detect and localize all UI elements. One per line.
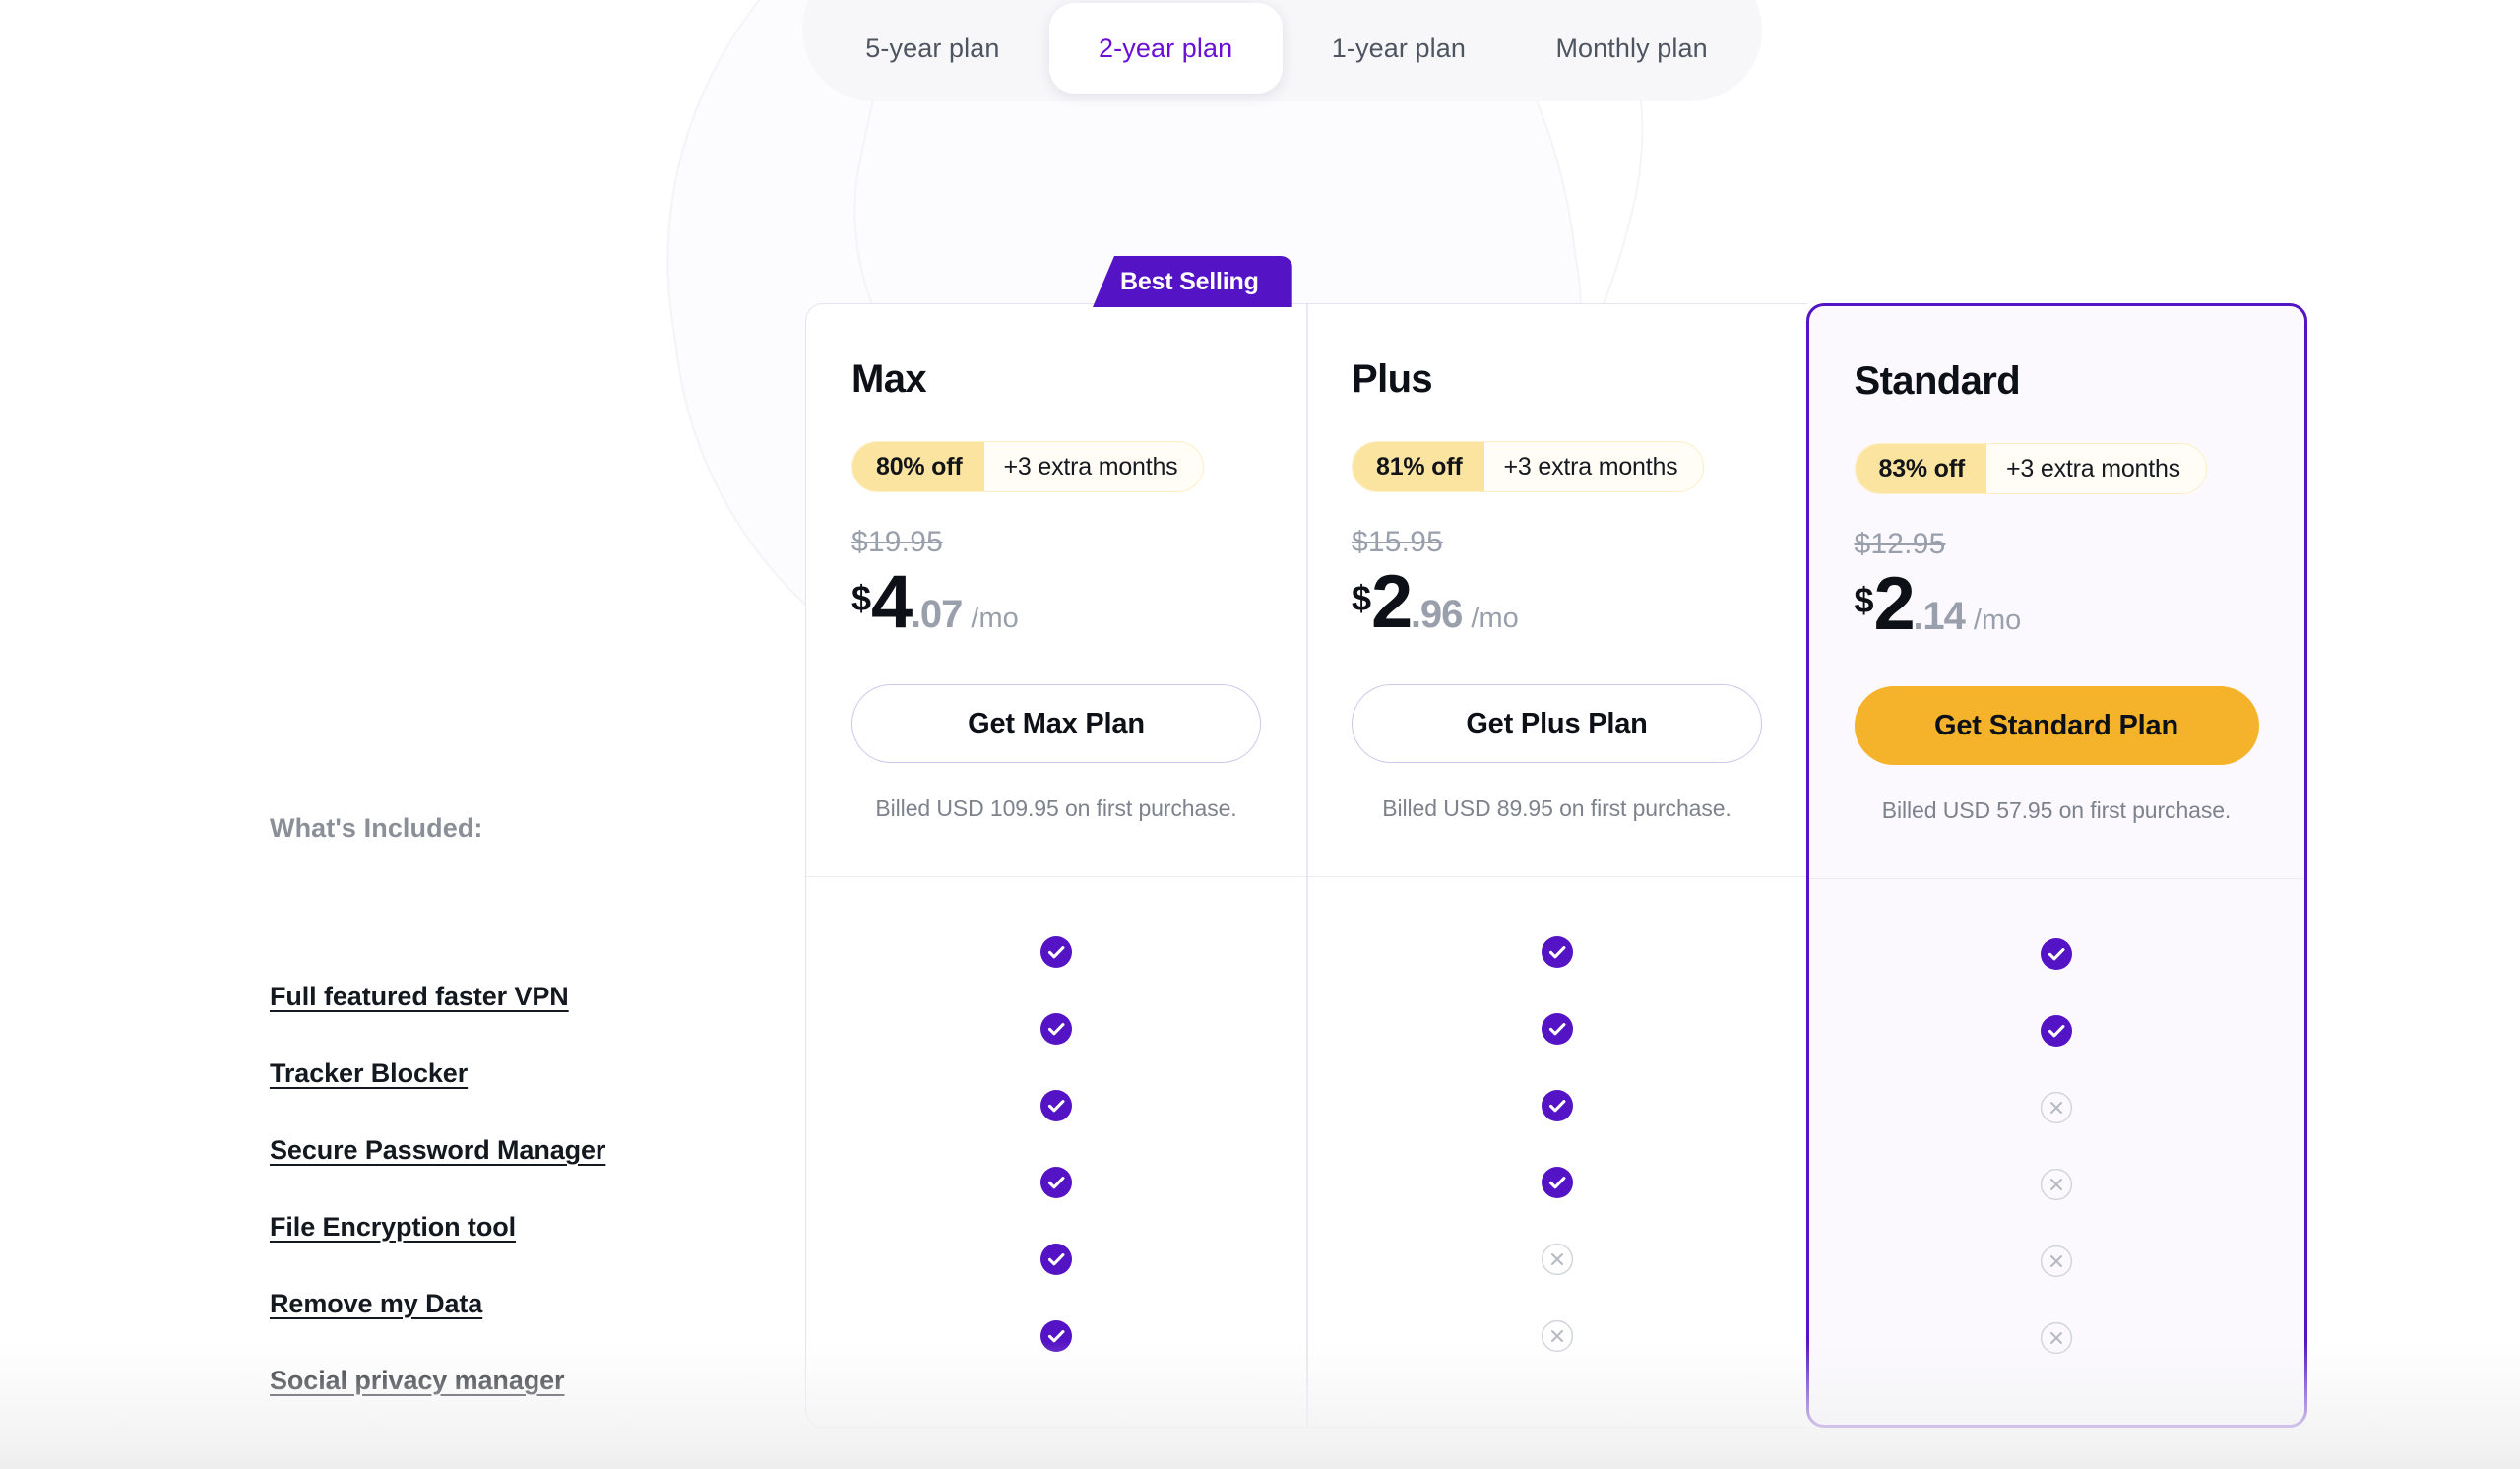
price-whole-part: 2 — [1371, 567, 1411, 638]
cross-circle-outline-icon — [2040, 1168, 2073, 1201]
price-cents-part: .96 — [1411, 593, 1463, 637]
check-circle-filled-icon — [1541, 1166, 1574, 1199]
check-circle-filled-icon — [2040, 937, 2073, 971]
feature-availability-cell — [806, 1144, 1306, 1221]
price-currency-symbol: $ — [851, 581, 871, 616]
pricing-plans-grid: Max80% off+3 extra months$19.95$4.07/moG… — [805, 303, 2308, 1428]
get-plan-button[interactable]: Get Plus Plan — [1352, 684, 1762, 763]
plan-name: Max — [851, 359, 1261, 399]
check-circle-filled-icon — [1040, 1089, 1073, 1122]
plan-card-max: Max 80% off+3 extra months $19.95 $4.07/mo G… — [805, 303, 1306, 1428]
cross-circle-outline-icon — [2040, 1245, 2073, 1278]
feature-list-item: File Encryption tool — [270, 1188, 762, 1265]
discount-extra-months: +3 extra months — [984, 442, 1204, 491]
plan-card-header: Standard 83% off+3 extra months $12.95 $2.1… — [1809, 306, 2304, 879]
feature-availability-cell — [1306, 1067, 1807, 1144]
feature-list-item: Full featured faster VPN — [270, 958, 762, 1035]
feature-availability-cell — [806, 1067, 1306, 1144]
discount-badge: 81% off+3 extra months — [1352, 441, 1704, 492]
feature-availability-cell — [1809, 1146, 2304, 1223]
check-circle-filled-icon — [1541, 935, 1574, 969]
plan-name: Plus — [1352, 359, 1762, 399]
feature-availability-cell — [806, 914, 1306, 990]
feature-availability-cell — [1306, 1144, 1807, 1221]
feature-availability-cell — [1306, 914, 1807, 990]
check-circle-filled-icon — [1541, 1012, 1574, 1046]
feature-list-item: Remove my Data — [270, 1265, 762, 1342]
current-price: $2.14/mo — [1855, 569, 2259, 640]
check-circle-filled-icon — [1040, 935, 1073, 969]
price-whole-part: 4 — [871, 567, 911, 638]
check-circle-filled-icon — [1040, 1166, 1073, 1199]
plan-name: Standard — [1855, 361, 2259, 401]
price-period: /mo — [1974, 605, 2021, 637]
page-bottom-fade — [0, 1341, 2520, 1469]
current-price: $2.96/mo — [1352, 567, 1762, 638]
cross-circle-outline-icon — [2040, 1091, 2073, 1124]
plan-card-header: Max 80% off+3 extra months $19.95 $4.07/mo G… — [806, 304, 1306, 877]
feature-list-item: Secure Password Manager — [270, 1112, 762, 1188]
feature-link[interactable]: Secure Password Manager — [270, 1135, 605, 1166]
get-plan-button[interactable]: Get Max Plan — [851, 684, 1261, 763]
whats-included-heading: What's Included: — [270, 813, 762, 844]
check-circle-filled-icon — [1040, 1012, 1073, 1046]
feature-availability-cell — [806, 1221, 1306, 1298]
feature-availability-cell — [1306, 990, 1807, 1067]
price-cents-part: .07 — [911, 593, 963, 637]
discount-percent: 80% off — [852, 442, 984, 491]
price-cents-part: .14 — [1913, 595, 1965, 639]
feature-availability-cell — [1809, 916, 2304, 992]
plan-card-header: Plus 81% off+3 extra months $15.95 $2.96/mo… — [1306, 304, 1807, 877]
best-selling-badge: Best Selling — [1093, 256, 1292, 307]
price-period: /mo — [1471, 603, 1518, 635]
tab-1-year-plan[interactable]: 1-year plan — [1283, 3, 1516, 94]
feature-availability-cell — [1809, 992, 2304, 1069]
discount-percent: 81% off — [1353, 442, 1484, 491]
feature-availability-cell — [1809, 1069, 2304, 1146]
feature-availability-cell — [806, 990, 1306, 1067]
plan-card-plus: Plus 81% off+3 extra months $15.95 $2.96/mo… — [1306, 303, 1807, 1428]
feature-link[interactable]: Full featured faster VPN — [270, 982, 569, 1012]
feature-list-item: Tracker Blocker — [270, 1035, 762, 1112]
discount-extra-months: +3 extra months — [1484, 442, 1704, 491]
feature-availability-cell — [1809, 1223, 2304, 1300]
feature-link[interactable]: Tracker Blocker — [270, 1058, 468, 1089]
feature-link[interactable]: Remove my Data — [270, 1289, 482, 1319]
current-price: $4.07/mo — [851, 567, 1261, 638]
plan-duration-tabs: 5-year plan2-year plan1-year planMonthly… — [802, 0, 1762, 101]
feature-availability-cell — [1306, 1221, 1807, 1298]
check-circle-filled-icon — [1040, 1243, 1073, 1276]
original-price: $12.95 — [1855, 528, 2259, 561]
discount-percent: 83% off — [1856, 444, 1987, 493]
billing-note: Billed USD 109.95 on first purchase. — [851, 796, 1261, 822]
tab-5-year-plan[interactable]: 5-year plan — [816, 3, 1049, 94]
price-whole-part: 2 — [1874, 569, 1914, 640]
feature-link[interactable]: File Encryption tool — [270, 1212, 516, 1243]
original-price: $19.95 — [851, 526, 1261, 559]
price-currency-symbol: $ — [1855, 583, 1874, 618]
price-period: /mo — [971, 603, 1018, 635]
billing-note: Billed USD 57.95 on first purchase. — [1855, 798, 2259, 824]
tab-2-year-plan[interactable]: 2-year plan — [1049, 3, 1283, 94]
original-price: $15.95 — [1352, 526, 1762, 559]
check-circle-filled-icon — [2040, 1014, 2073, 1048]
check-circle-filled-icon — [1541, 1089, 1574, 1122]
cross-circle-outline-icon — [1541, 1243, 1574, 1276]
features-label-column: What's Included: Full featured faster VP… — [270, 813, 762, 1419]
price-currency-symbol: $ — [1352, 581, 1371, 616]
discount-extra-months: +3 extra months — [1986, 444, 2206, 493]
tab-monthly-plan[interactable]: Monthly plan — [1515, 3, 1748, 94]
billing-note: Billed USD 89.95 on first purchase. — [1352, 796, 1762, 822]
plan-card-standard: Standard 83% off+3 extra months $12.95 $2.1… — [1806, 303, 2307, 1428]
get-plan-button[interactable]: Get Standard Plan — [1855, 686, 2259, 765]
discount-badge: 83% off+3 extra months — [1855, 443, 2207, 494]
discount-badge: 80% off+3 extra months — [851, 441, 1204, 492]
